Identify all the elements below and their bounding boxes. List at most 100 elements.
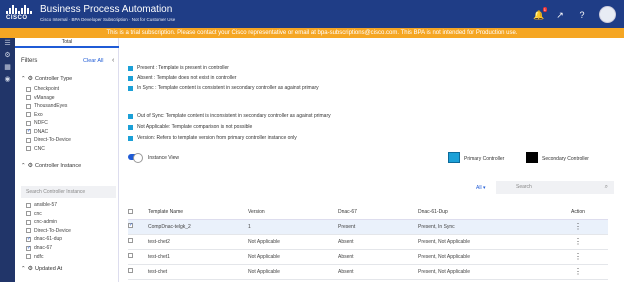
legend-swatch [128,85,133,91]
controller-type-option[interactable]: DNAC [26,128,48,135]
chevron-up-icon: ⌃ [21,162,26,169]
row-checkbox[interactable] [128,253,133,258]
main-content: Present : Template is present in control… [120,38,624,282]
cell-dnac-67: Absent [338,234,418,250]
cell-template-name: test-chet [148,264,248,280]
table-row[interactable]: test-chet Not Applicable Absent Present, No… [128,264,608,280]
checkbox[interactable] [26,146,31,151]
external-link-icon[interactable]: ↗ [555,10,565,20]
gear-icon: ⚙ [27,266,33,272]
cell-dnac-67: Present [338,219,418,235]
checkbox[interactable] [26,95,31,100]
controller-type-section[interactable]: ⌃ ⚙ Controller Type [21,75,72,83]
controller-instance-option[interactable]: ndfc [26,254,43,260]
legend-item: Not Applicable: Template comparison is n… [128,124,252,130]
col-dnac-61-dup[interactable]: Dnac-61-Dup [418,206,548,220]
checkbox[interactable] [26,245,31,251]
more-actions-icon[interactable]: ⋮ [548,264,608,280]
controller-instance-search[interactable]: Search Controller Instance [21,186,116,198]
chevron-up-icon: ⌃ [21,265,26,272]
legend-swatch [128,65,133,71]
bell-icon[interactable]: 🔔 1 [533,6,547,20]
controller-instance-option[interactable]: Direct-To-Device [26,228,71,234]
checkbox[interactable] [26,137,31,143]
cell-dnac-61-dup: Present, Not Applicable [418,249,548,265]
checkbox[interactable] [26,228,31,234]
tab-total[interactable]: Total [15,38,119,48]
row-checkbox[interactable] [128,222,133,228]
trial-banner: This is a trial subscription. Please con… [0,28,624,38]
col-version[interactable]: Version [248,206,338,220]
checkbox[interactable] [26,103,31,109]
search-scope-dropdown[interactable]: All ▾ [476,185,496,191]
controller-instance-option[interactable]: cnc-admin [26,219,57,225]
chevron-up-icon: ⌃ [21,75,26,82]
avatar[interactable] [599,6,616,23]
cell-dnac-67: Absent [338,249,418,265]
help-icon[interactable]: ? [577,10,587,20]
checkbox[interactable] [26,120,31,126]
checkbox[interactable] [26,128,31,134]
controller-instance-option[interactable]: dnac-61-dup [26,236,62,242]
controller-type-option[interactable]: ThousandEyes [26,103,67,109]
search-icon[interactable]: ⌕ [605,181,608,194]
controller-instance-option[interactable]: ansible-57 [26,202,57,208]
updated-at-section[interactable]: ⌃ ⚙ Updated At [21,265,62,273]
checkbox[interactable] [26,202,31,208]
cell-dnac-61-dup: Present, Not Applicable [418,234,548,250]
legend-swatch [128,75,133,81]
row-checkbox[interactable] [128,238,133,243]
settings-icon[interactable]: ⚙ [0,50,15,62]
cell-dnac-61-dup: Present, Not Applicable [418,264,548,280]
col-template-name[interactable]: Template Name [148,206,248,220]
controller-type-option[interactable]: Direct-To-Device [26,137,71,143]
collapse-icon[interactable]: ‹ [112,57,114,64]
grid-icon[interactable]: ▦ [0,62,15,74]
cell-version: Not Applicable [248,234,338,250]
search-input[interactable]: Search ⌕ [496,181,614,194]
gear-icon: ⚙ [27,76,33,82]
checkbox[interactable] [26,254,31,260]
cisco-logo[interactable]: CISCO [6,5,34,25]
controller-instance-option[interactable]: cnc [26,211,42,217]
cell-dnac-61-dup: Present, In Sync [418,219,548,235]
checkbox[interactable] [26,211,31,217]
row-checkbox[interactable] [128,268,133,273]
col-action: Action [548,206,608,220]
checkbox[interactable] [26,86,31,92]
table-row[interactable]: test-chet2 Not Applicable Absent Present, N… [128,234,608,250]
secondary-controller-swatch [526,152,538,163]
more-actions-icon[interactable]: ⋮ [548,219,608,235]
controller-type-option[interactable]: Exo [26,112,43,118]
more-actions-icon[interactable]: ⋮ [548,234,608,250]
controller-type-option[interactable]: CNC [26,146,45,152]
controller-type-option[interactable]: NDFC [26,120,48,126]
table-row[interactable]: CompDnac-telgk_21PresentPresent, In Sync… [128,219,608,235]
select-all-checkbox[interactable] [128,208,133,214]
app-header: CISCO Business Process Automation Cisco … [0,0,624,28]
more-actions-icon[interactable]: ⋮ [548,249,608,265]
checkbox[interactable] [26,236,31,242]
controller-instance-option[interactable]: dnac-67 [26,245,52,251]
filters-panel: Filters Clear All ‹ ⌃ ⚙ Controller Type Ch… [15,38,119,282]
controller-instance-section[interactable]: ⌃ ⚙ Controller Instance [21,162,81,170]
clear-all-link[interactable]: Clear All [83,58,103,64]
app-subtitle: Cisco Internal · BPA Developer Subscript… [40,17,176,22]
cell-template-name: test-chet2 [148,234,248,250]
instance-view-toggle[interactable] [128,153,143,163]
col-dnac-67[interactable]: Dnac-67 [338,206,418,220]
legend-swatch [128,135,133,141]
search-bar: All ▾ Search ⌕ [476,181,614,194]
admin-icon[interactable]: ◉ [0,74,15,86]
checkbox[interactable] [26,219,31,225]
menu-icon[interactable]: ☰ [0,38,15,50]
controller-type-option[interactable]: vManage [26,95,55,101]
table-row[interactable]: test-chet1 Not Applicable Absent Present, N… [128,249,608,265]
legend-item: Absent : Template does not exist in cont… [128,75,236,81]
legend-item: Out of Sync: Template content is inconsi… [128,113,331,119]
primary-controller-swatch [448,152,460,163]
logo-text: CISCO [6,15,28,21]
checkbox[interactable] [26,112,31,117]
controller-type-option[interactable]: Checkpoint [26,86,59,92]
instance-view-label: Instance View [148,155,180,161]
